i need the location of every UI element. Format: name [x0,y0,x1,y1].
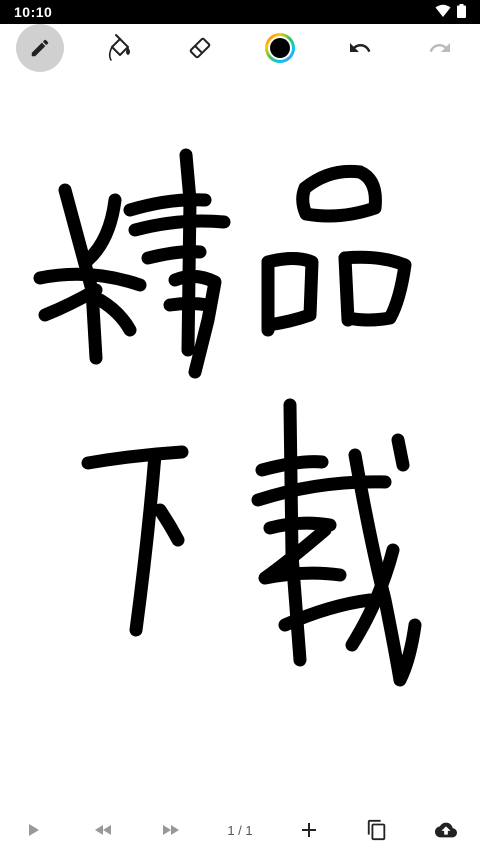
status-time: 10:10 [14,4,53,20]
color-wheel-icon [265,33,295,63]
pencil-icon [31,39,49,57]
stroke [129,448,162,637]
stroke [391,433,410,472]
eraser-tool-button[interactable] [176,24,224,72]
play-button[interactable] [10,808,58,852]
battery-icon [457,4,466,18]
pen-tool-button[interactable] [16,24,64,72]
stroke [153,503,185,547]
drawing-canvas[interactable] [0,72,480,802]
fast-forward-icon [163,825,180,835]
fast-forward-button[interactable] [147,808,195,852]
drawing-toolbar [0,24,480,72]
stroke [179,148,197,357]
cloud-upload-icon [434,822,457,838]
bottom-bar: 1 / 1 [0,805,480,855]
copy-page-button[interactable] [353,808,401,852]
status-bar: 10:10 [0,0,480,24]
cloud-upload-button[interactable] [422,808,470,852]
paint-bucket-icon [108,34,130,61]
rewind-button[interactable] [79,808,127,852]
handwriting-strokes [33,148,422,687]
undo-button[interactable] [336,24,384,72]
stroke [296,164,382,223]
rewind-icon [94,825,111,835]
stroke [261,252,319,332]
color-picker-button[interactable] [256,24,304,72]
redo-icon [429,43,450,52]
status-icons [435,4,466,18]
add-icon [301,823,316,837]
add-page-button[interactable] [285,808,333,852]
stroke [258,523,347,585]
stroke [128,214,231,237]
stroke [81,193,122,267]
undo-icon [350,43,371,52]
stroke [338,251,355,327]
play-icon [29,824,40,836]
wifi-icon [435,4,451,17]
stroke [255,455,329,477]
stroke [81,445,189,470]
copy-icon [367,819,386,841]
stroke [93,293,137,337]
eraser-icon [189,37,211,59]
page-indicator: 1 / 1 [227,822,253,838]
stroke [163,297,215,312]
redo-button[interactable] [416,24,464,72]
fill-tool-button[interactable] [96,24,144,72]
